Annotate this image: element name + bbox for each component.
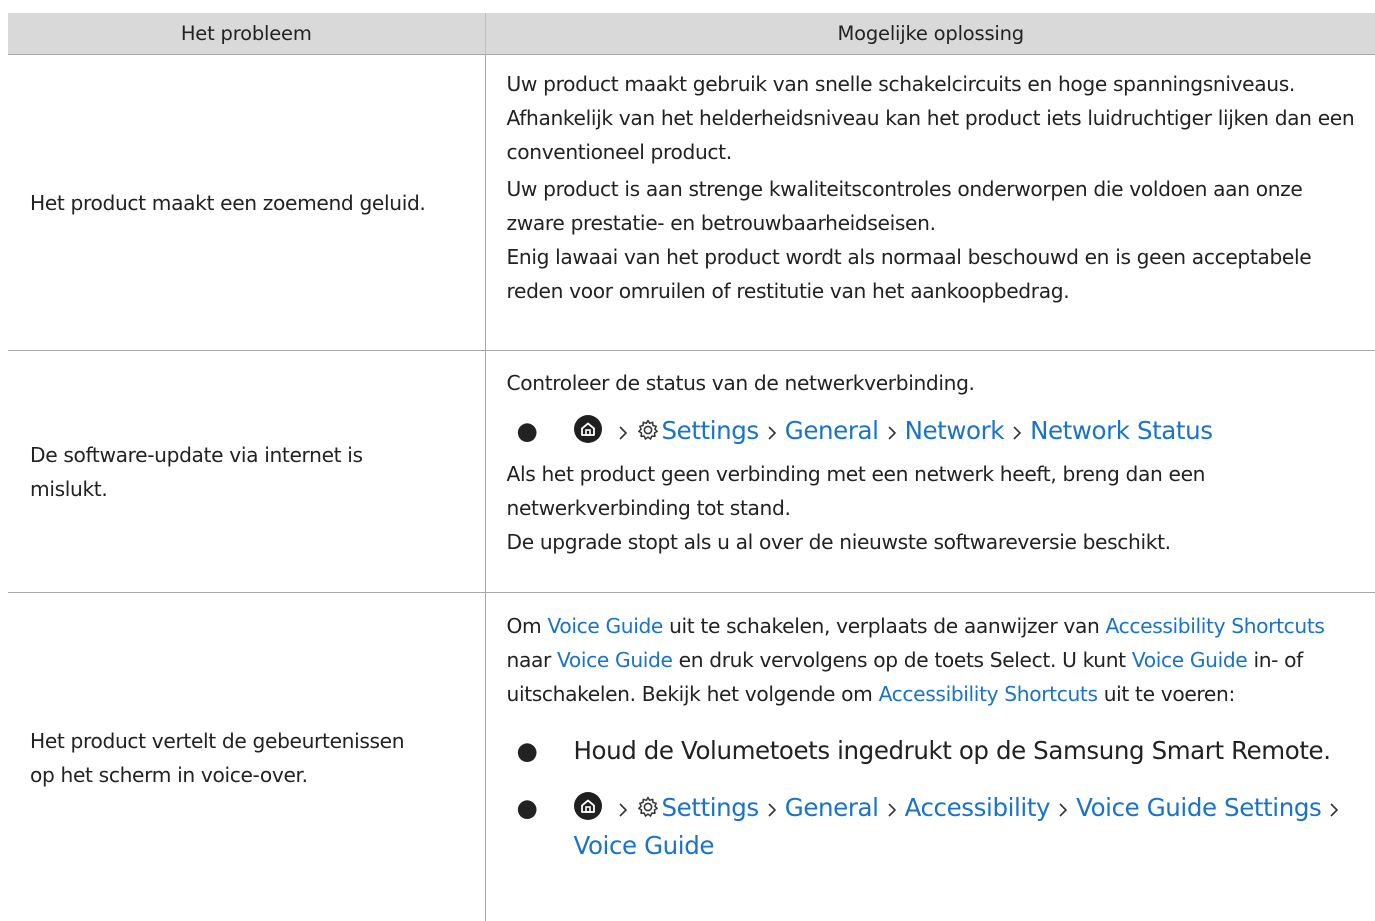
bullet-text: Houd de Volumetoets ingedrukt op de Sams…	[573, 736, 1331, 765]
home-icon[interactable]	[573, 415, 602, 443]
problem-cell: De software-update via internet is mislu…	[8, 350, 485, 593]
menu-general-link[interactable]: General	[785, 793, 879, 822]
solution-paragraph: De upgrade stopt als u al over de nieuws…	[506, 530, 1172, 554]
text-run: en druk vervolgens op de toets Select. U…	[672, 648, 1132, 672]
menu-network-link[interactable]: Network	[905, 416, 1005, 445]
table-row: Het product maakt een zoemend geluid. Uw…	[8, 54, 1375, 351]
text-run: naar	[506, 648, 558, 672]
voice-guide-link[interactable]: Voice Guide	[557, 648, 673, 672]
bullet-dot: ●	[516, 416, 538, 445]
problem-text-line: Het product vertelt de gebeurtenissen	[30, 729, 405, 753]
problem-text: Het product maakt een zoemend geluid.	[30, 190, 426, 215]
voice-guide-link[interactable]: Voice Guide	[1132, 648, 1248, 672]
accessibility-shortcuts-link[interactable]: Accessibility Shortcuts	[1106, 614, 1325, 638]
voice-guide-link[interactable]: Voice Guide	[547, 614, 663, 638]
header-solution: Mogelijke oplossing	[484, 13, 1375, 55]
problem-cell: Het product vertelt de gebeurtenissen op…	[8, 592, 485, 921]
table-row: Het product vertelt de gebeurtenissen op…	[8, 592, 1375, 921]
problem-text-line: mislukt.	[30, 476, 108, 501]
menu-settings-link[interactable]: Settings	[662, 416, 760, 445]
home-icon[interactable]	[573, 792, 602, 820]
header-problem: Het probleem	[8, 13, 485, 55]
bullet-dot: ●	[516, 736, 538, 765]
solution-paragraph: Uw product maakt gebruik van snelle scha…	[506, 72, 1355, 164]
menu-path-bullet: ● Settings General Accessibility Voice Guid…	[507, 790, 1367, 863]
problem-text-line: op het scherm in voice-over.	[30, 763, 308, 787]
menu-settings-link[interactable]: Settings	[662, 793, 760, 822]
accessibility-shortcuts-link[interactable]: Accessibility Shortcuts	[879, 682, 1098, 706]
bullet-dot: ●	[516, 793, 538, 822]
chevron-right-icon	[618, 415, 628, 450]
voice-guide-instructions: Om Voice Guide uit te schakelen, verplaa…	[507, 593, 1367, 711]
chevron-right-icon	[887, 792, 897, 827]
troubleshooting-table: Het probleem Mogelijke oplossing Het pro…	[8, 13, 1375, 921]
menu-general-link[interactable]: General	[785, 416, 879, 445]
chevron-right-icon	[618, 792, 628, 827]
chevron-right-icon	[767, 792, 777, 827]
chevron-right-icon	[887, 415, 897, 450]
chevron-right-icon	[1058, 792, 1068, 827]
problem-text-line: De software-update via internet is	[30, 442, 363, 467]
menu-accessibility-link[interactable]: Accessibility	[905, 793, 1051, 822]
solution-cell: Controleer de status van de netwerkverbi…	[484, 350, 1375, 593]
settings-gear-icon	[636, 416, 660, 451]
solution-paragraph: Enig lawaai van het product wordt als no…	[506, 245, 1312, 303]
text-run: uit te voeren:	[1097, 682, 1236, 706]
chevron-right-icon	[767, 415, 777, 450]
volume-key-bullet: ● Houd de Volumetoets ingedrukt op de Sa…	[507, 733, 1367, 768]
solution-paragraph: Controleer de status van de netwerkverbi…	[506, 371, 975, 395]
chevron-right-icon	[1012, 415, 1022, 450]
menu-path-bullet: ● Settings General Network Network Status	[507, 413, 1367, 451]
menu-voice-guide-link[interactable]: Voice Guide	[574, 831, 715, 860]
menu-voice-guide-settings-link[interactable]: Voice Guide Settings	[1076, 793, 1322, 822]
solution-paragraph: Als het product geen verbinding met een …	[506, 462, 1206, 520]
problem-cell: Het product maakt een zoemend geluid.	[8, 54, 485, 351]
text-run: Om	[506, 614, 548, 638]
chevron-right-icon	[1329, 792, 1339, 827]
solution-cell: Uw product maakt gebruik van snelle scha…	[484, 54, 1375, 351]
menu-network-status-link[interactable]: Network Status	[1030, 416, 1213, 445]
table-header-row: Het probleem Mogelijke oplossing	[8, 13, 1375, 55]
solution-cell: Om Voice Guide uit te schakelen, verplaa…	[484, 592, 1375, 921]
table-row: De software-update via internet is mislu…	[8, 350, 1375, 593]
settings-gear-icon	[636, 793, 660, 828]
solution-paragraph: Uw product is aan strenge kwaliteitscont…	[506, 177, 1303, 235]
text-run: uit te schakelen, verplaats de aanwijzer…	[663, 614, 1106, 638]
